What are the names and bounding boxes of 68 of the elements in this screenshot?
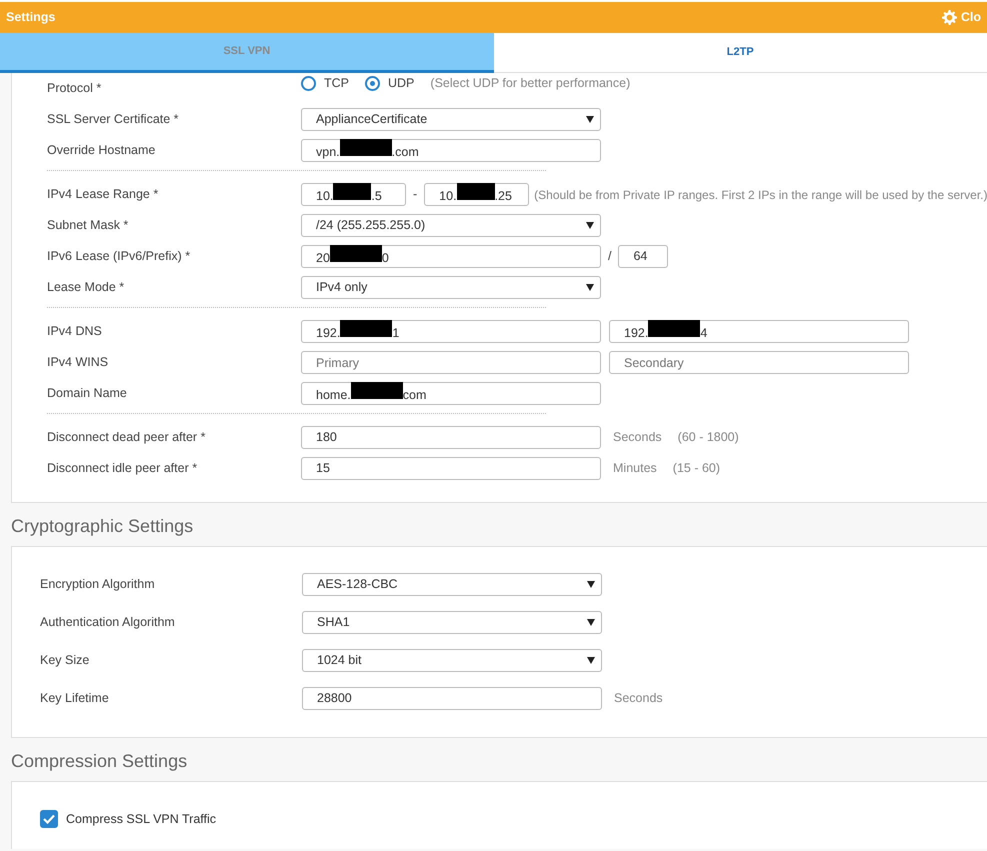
input-field[interactable]: Secondary — [609, 351, 909, 374]
field-label: Lease Mode * — [47, 279, 126, 296]
redaction-block — [648, 320, 700, 338]
input-field[interactable]: Primary — [301, 351, 601, 374]
input-field[interactable]: 192. 1 — [301, 320, 601, 343]
select-dropdown[interactable]: SHA1 — [302, 611, 602, 634]
checkbox-label: Compress SSL VPN Traffic — [66, 811, 216, 828]
window-title: Settings — [6, 9, 56, 26]
caret-icon — [586, 284, 594, 291]
field-label: IPv6 Lease (IPv6/Prefix) * — [47, 248, 192, 265]
redaction-block — [330, 245, 382, 262]
option-label: UDP — [388, 75, 414, 92]
input-field[interactable]: 10. .5 — [301, 183, 406, 206]
field-label: Domain Name — [47, 385, 128, 402]
field-label: Disconnect idle peer after * — [47, 460, 198, 477]
unit-label: Seconds — [614, 690, 663, 708]
redaction-block — [456, 183, 495, 200]
field-label: Encryption Algorithm — [40, 576, 156, 593]
redaction-block — [350, 382, 403, 400]
separator-text: / — [607, 248, 612, 266]
select-dropdown[interactable]: ApplianceCertificate — [301, 108, 601, 131]
section-heading: Compression Settings — [11, 750, 188, 772]
section-heading: Cryptographic Settings — [11, 515, 194, 537]
field-label: Key Size — [40, 652, 90, 669]
input-field[interactable]: vpn. .com — [301, 139, 601, 162]
caret-icon — [587, 619, 595, 626]
input-field[interactable]: 64 — [618, 245, 668, 268]
input-field[interactable]: 192. 4 — [609, 320, 909, 343]
select-dropdown[interactable]: 1024 bit — [302, 649, 602, 672]
field-label: Key Lifetime — [40, 690, 110, 707]
select-dropdown[interactable]: IPv4 only — [301, 276, 601, 299]
input-field[interactable]: 10. .25 — [424, 183, 530, 206]
select-dropdown[interactable]: /24 (255.255.255.0) — [301, 214, 601, 237]
caret-icon — [586, 116, 594, 123]
field-label: Disconnect dead peer after * — [47, 429, 206, 446]
input-field[interactable]: 180 — [301, 426, 601, 449]
redaction-block — [333, 183, 372, 200]
input-field[interactable]: home. com — [301, 382, 601, 405]
field-label: Override Hostname — [47, 142, 156, 159]
field-label: IPv4 WINS — [47, 354, 110, 371]
hint-text: (15 - 60) — [672, 460, 720, 478]
separator-text: - — [412, 186, 418, 204]
input-field[interactable]: 15 — [301, 457, 601, 480]
field-label: Subnet Mask * — [47, 217, 130, 234]
radio-button[interactable] — [365, 76, 380, 91]
gear-icon — [942, 10, 957, 25]
redaction-block — [340, 320, 392, 338]
hint-text: (Select UDP for better performance) — [430, 75, 630, 92]
field-label: Protocol * — [47, 80, 102, 97]
redaction-block — [340, 139, 392, 156]
field-label: SSL Server Certificate * — [47, 111, 180, 128]
field-label: Authentication Algorithm — [40, 614, 176, 631]
caret-icon — [586, 222, 594, 229]
hint-text: (60 - 1800) — [678, 429, 739, 446]
option-label: TCP — [324, 75, 349, 92]
radio-button[interactable] — [301, 76, 316, 91]
hint-text: (Should be from Private IP ranges. First 2 IPs in the range will be used by the server.) — [534, 186, 987, 204]
input-field[interactable]: 20 0 — [301, 245, 601, 268]
input-field[interactable]: 28800 — [302, 687, 602, 710]
field-label: IPv4 Lease Range * — [47, 186, 160, 203]
caret-icon — [587, 581, 595, 588]
checkbox[interactable] — [40, 810, 58, 828]
unit-label: Minutes — [613, 460, 657, 478]
select-dropdown[interactable]: AES-128-CBC — [302, 573, 602, 596]
unit-label: Seconds — [613, 429, 662, 446]
field-label: IPv4 DNS — [47, 323, 103, 340]
tab[interactable]: L2TP — [494, 33, 987, 73]
caret-icon — [587, 657, 595, 664]
